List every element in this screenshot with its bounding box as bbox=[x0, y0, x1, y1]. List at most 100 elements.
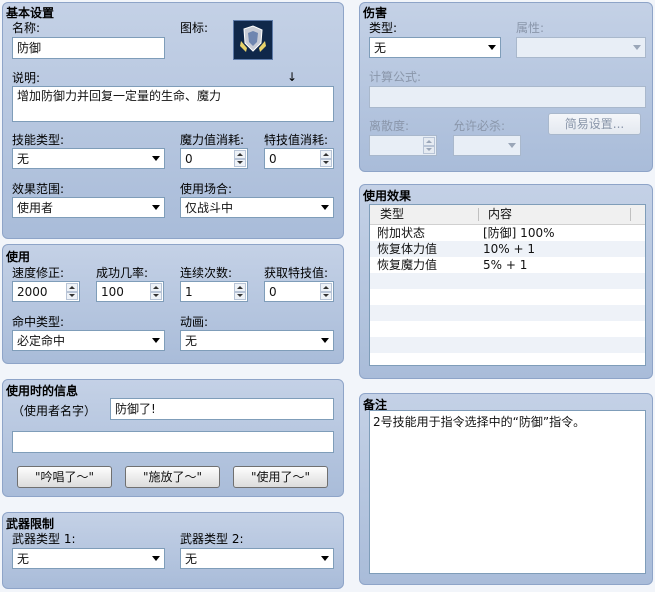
critical-label: 允许必杀: bbox=[453, 119, 506, 133]
usage-title: 使用 bbox=[6, 250, 31, 264]
hit-type-select[interactable]: 必定命中 bbox=[12, 330, 165, 351]
chevron-down-icon[interactable] bbox=[317, 332, 332, 349]
scope-label: 效果范围: bbox=[12, 182, 65, 196]
effect-content: 10% + 1 bbox=[483, 242, 535, 256]
table-row[interactable] bbox=[370, 337, 645, 353]
description-label: 说明: bbox=[12, 71, 41, 85]
col-type-header[interactable]: 类型 bbox=[380, 205, 404, 224]
occasion-select[interactable]: 仅战斗中 bbox=[180, 197, 334, 218]
speed-value: 2000 bbox=[17, 285, 48, 299]
cursor-marker: ↓ bbox=[287, 70, 298, 84]
message-line1-value: 防御了! bbox=[115, 402, 156, 416]
spin-arrows-icon[interactable] bbox=[423, 137, 435, 154]
effect-type: 恢复体力值 bbox=[377, 242, 438, 256]
chevron-down-icon[interactable] bbox=[504, 137, 519, 154]
table-row[interactable] bbox=[370, 305, 645, 321]
effect-content: [防御] 100% bbox=[483, 226, 555, 240]
notes-text: 2号技能用于指令选择中的“防御”指令。 bbox=[373, 415, 586, 429]
message-line2-input[interactable] bbox=[12, 431, 334, 453]
weapon-type1-label: 武器类型 1: bbox=[12, 532, 76, 546]
spin-arrows-icon[interactable] bbox=[234, 283, 246, 300]
chevron-down-icon[interactable] bbox=[629, 39, 644, 56]
table-row[interactable]: 附加状态 [防御] 100% bbox=[370, 225, 645, 241]
success-value: 100 bbox=[101, 285, 124, 299]
formula-label: 计算公式: bbox=[369, 70, 422, 84]
skill-type-select[interactable]: 无 bbox=[12, 148, 165, 169]
table-row[interactable] bbox=[370, 273, 645, 289]
tp-cost-stepper[interactable]: 0 bbox=[264, 148, 334, 169]
effects-table[interactable]: 类型 内容 附加状态 [防御] 100% 恢复体力值 10% + 1 恢复魔力值 5%… bbox=[369, 204, 646, 366]
use-preset-button[interactable]: "使用了～" bbox=[233, 466, 328, 488]
speed-label: 速度修正: bbox=[12, 266, 65, 280]
skill-type-value: 无 bbox=[17, 152, 30, 166]
scope-value: 使用者 bbox=[17, 201, 54, 215]
col-divider bbox=[630, 208, 631, 221]
table-row[interactable] bbox=[370, 353, 645, 365]
spin-arrows-icon[interactable] bbox=[150, 283, 162, 300]
tp-gain-stepper[interactable]: 0 bbox=[264, 281, 334, 302]
chevron-down-icon[interactable] bbox=[317, 199, 332, 216]
message-title: 使用时的信息 bbox=[6, 384, 79, 398]
message-line1-input[interactable]: 防御了! bbox=[110, 398, 334, 420]
spin-arrows-icon[interactable] bbox=[234, 150, 246, 167]
effect-type: 附加状态 bbox=[377, 226, 426, 240]
description-value: 增加防御力并回复一定量的生命、魔力 bbox=[17, 89, 222, 103]
weapon-type1-value: 无 bbox=[17, 552, 30, 566]
table-row[interactable] bbox=[370, 289, 645, 305]
effects-table-body: 附加状态 [防御] 100% 恢复体力值 10% + 1 恢复魔力值 5% + 1 bbox=[370, 225, 645, 365]
spin-arrows-icon[interactable] bbox=[320, 283, 332, 300]
col-divider bbox=[478, 208, 479, 221]
critical-select[interactable] bbox=[453, 135, 521, 156]
spin-arrows-icon[interactable] bbox=[66, 283, 78, 300]
user-name-label: （使用者名字） bbox=[12, 404, 97, 418]
description-input[interactable]: 增加防御力并回复一定量的生命、魔力 bbox=[12, 86, 334, 122]
weapon-type2-select[interactable]: 无 bbox=[180, 548, 334, 569]
tp-gain-label: 获取特技值: bbox=[264, 266, 329, 280]
cast-preset-button[interactable]: "吟唱了～" bbox=[17, 466, 112, 488]
chevron-down-icon[interactable] bbox=[148, 550, 163, 567]
table-row[interactable]: 恢复魔力值 5% + 1 bbox=[370, 257, 645, 273]
variance-label: 离散度: bbox=[369, 119, 410, 133]
mp-cost-stepper[interactable]: 0 bbox=[180, 148, 248, 169]
mp-cost-value: 0 bbox=[185, 152, 193, 166]
damage-type-select[interactable]: 无 bbox=[369, 37, 501, 58]
name-label: 名称: bbox=[12, 21, 41, 35]
chevron-down-icon[interactable] bbox=[317, 550, 332, 567]
spin-arrows-icon[interactable] bbox=[320, 150, 332, 167]
shield-armor-icon[interactable] bbox=[233, 20, 273, 60]
repeat-value: 1 bbox=[185, 285, 193, 299]
repeat-stepper[interactable]: 1 bbox=[180, 281, 248, 302]
chevron-down-icon[interactable] bbox=[148, 332, 163, 349]
name-input[interactable]: 防御 bbox=[12, 37, 165, 59]
weapon-type2-value: 无 bbox=[185, 552, 198, 566]
speed-stepper[interactable]: 2000 bbox=[12, 281, 80, 302]
effects-table-header: 类型 内容 bbox=[370, 205, 645, 225]
skill-type-label: 技能类型: bbox=[12, 133, 65, 147]
success-stepper[interactable]: 100 bbox=[96, 281, 164, 302]
element-select[interactable] bbox=[516, 37, 646, 58]
animation-select[interactable]: 无 bbox=[180, 330, 334, 351]
chevron-down-icon[interactable] bbox=[148, 199, 163, 216]
name-value: 防御 bbox=[17, 41, 42, 55]
chevron-down-icon[interactable] bbox=[148, 150, 163, 167]
hit-type-label: 命中类型: bbox=[12, 315, 65, 329]
weapon-type1-select[interactable]: 无 bbox=[12, 548, 165, 569]
release-preset-button[interactable]: "施放了～" bbox=[125, 466, 220, 488]
occasion-label: 使用场合: bbox=[180, 182, 233, 196]
success-label: 成功几率: bbox=[96, 266, 149, 280]
mp-cost-label: 魔力值消耗: bbox=[180, 133, 245, 147]
col-content-header[interactable]: 内容 bbox=[488, 205, 512, 224]
animation-label: 动画: bbox=[180, 315, 209, 329]
hit-type-value: 必定命中 bbox=[17, 334, 66, 348]
table-row[interactable] bbox=[370, 321, 645, 337]
chevron-down-icon[interactable] bbox=[484, 39, 499, 56]
formula-input[interactable] bbox=[369, 86, 646, 108]
variance-stepper[interactable] bbox=[369, 135, 437, 156]
notes-textarea[interactable]: 2号技能用于指令选择中的“防御”指令。 bbox=[369, 410, 646, 574]
table-row[interactable]: 恢复体力值 10% + 1 bbox=[370, 241, 645, 257]
scope-select[interactable]: 使用者 bbox=[12, 197, 165, 218]
tp-cost-label: 特技值消耗: bbox=[264, 133, 329, 147]
icon-label: 图标: bbox=[180, 21, 209, 35]
quick-setting-button[interactable]: 简易设置... bbox=[548, 113, 641, 135]
tp-gain-value: 0 bbox=[269, 285, 277, 299]
